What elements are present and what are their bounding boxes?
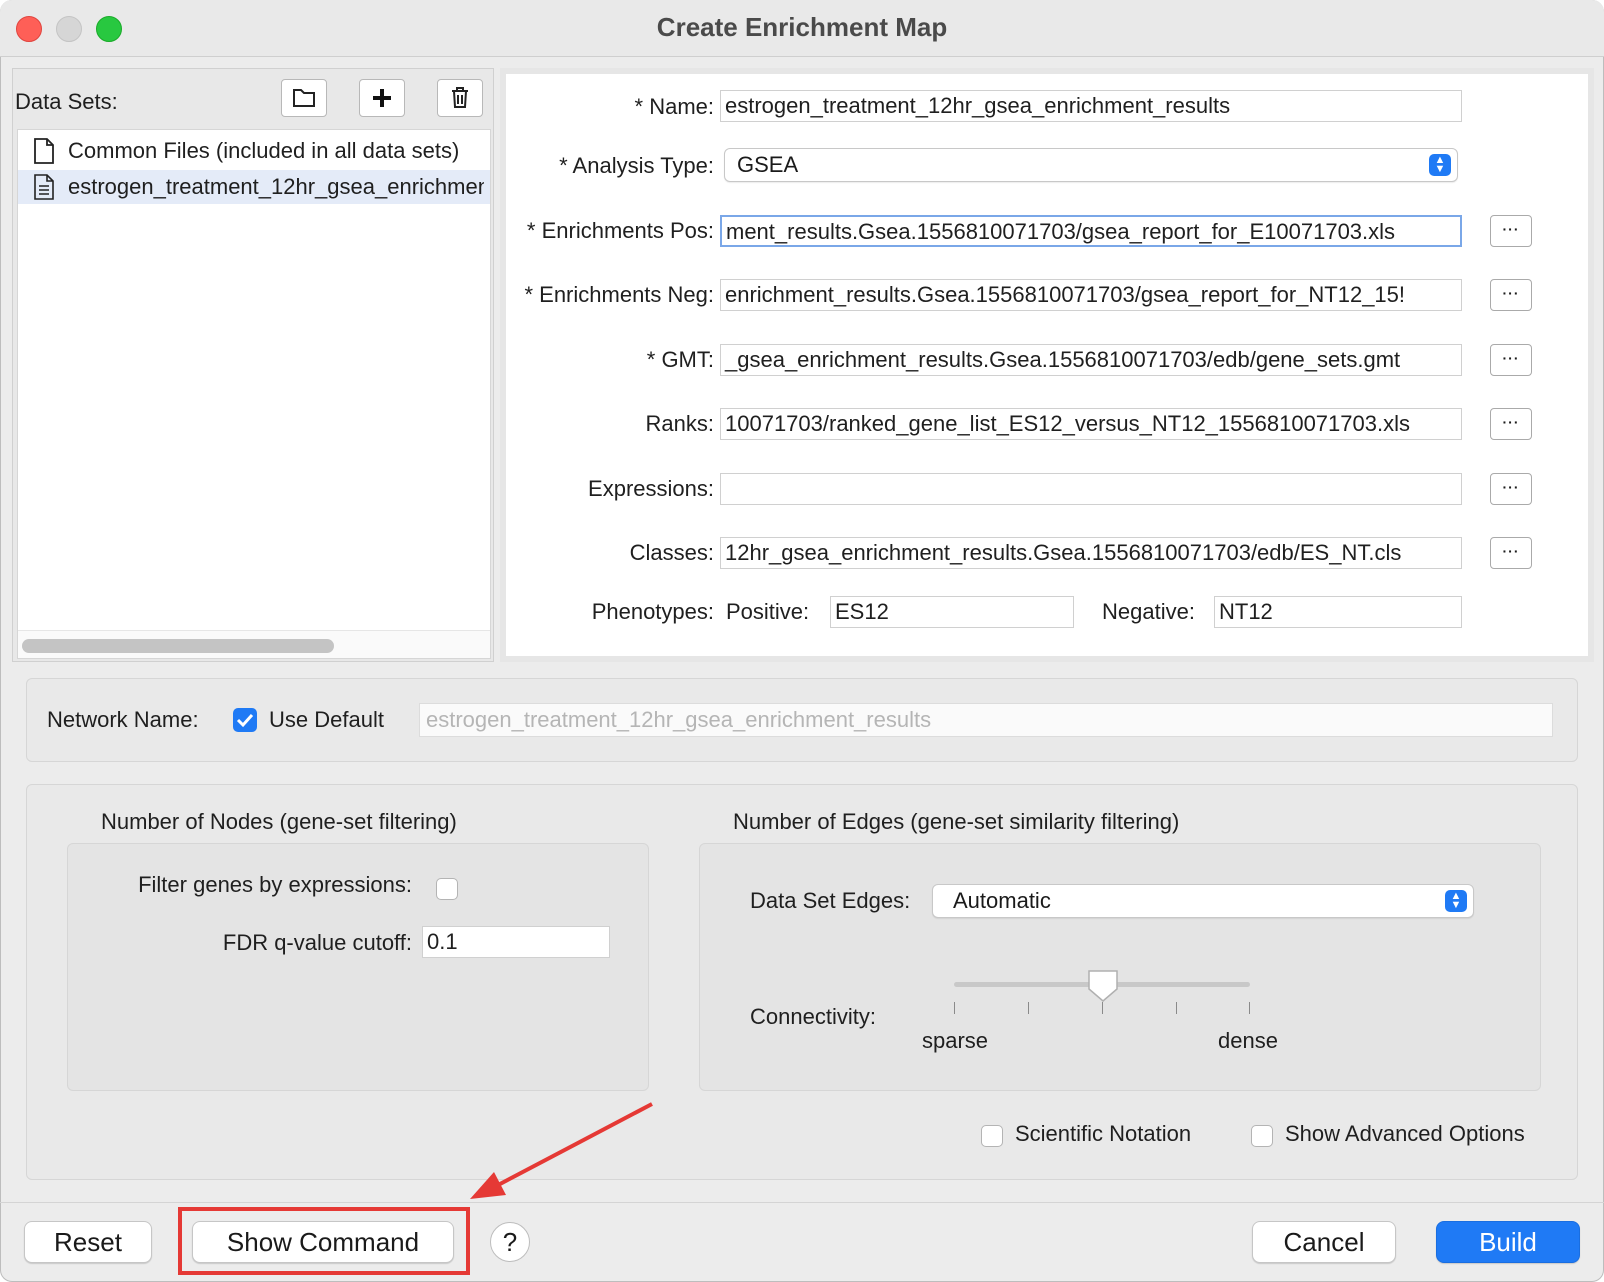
annotation-arrow-icon [470, 1102, 653, 1199]
dialog-window: Create Enrichment Map Data Sets: Common … [0, 0, 1604, 1282]
